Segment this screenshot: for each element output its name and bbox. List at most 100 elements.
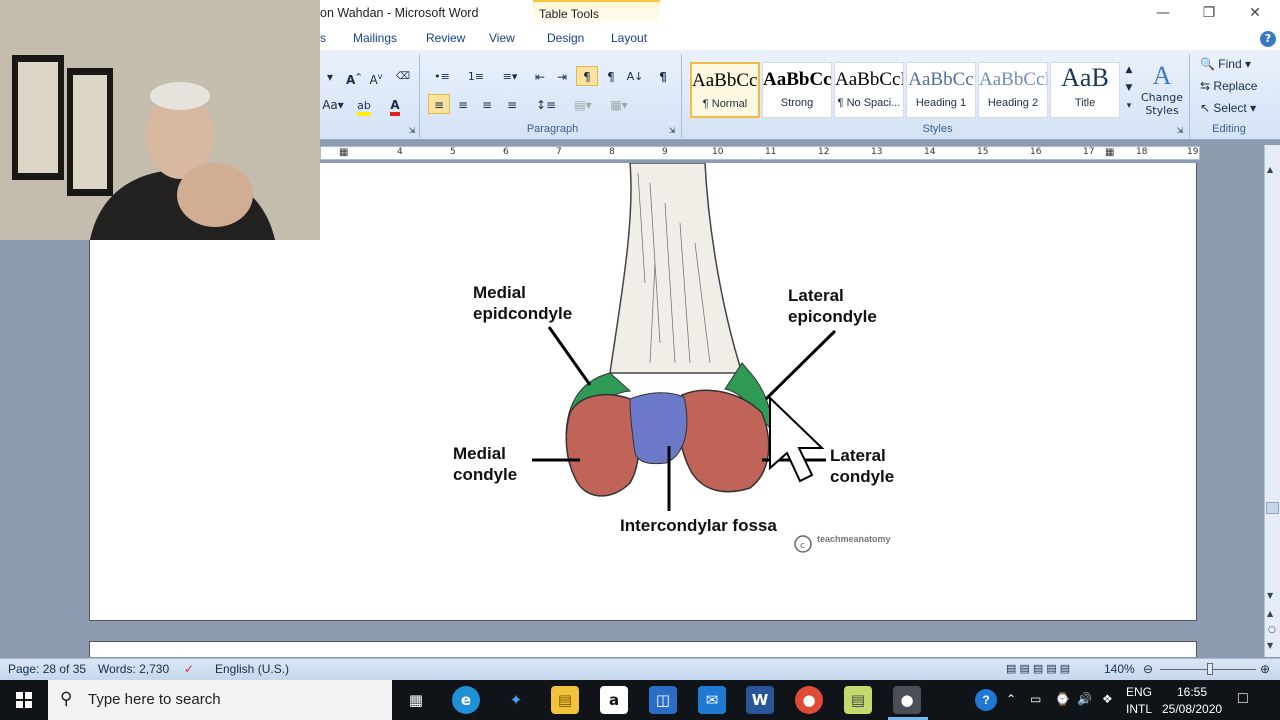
find-button[interactable]: 🔍 Find ▾ (1200, 57, 1251, 71)
clear-format-icon[interactable]: ⌫ (392, 66, 414, 86)
style-name: Heading 1 (915, 97, 967, 109)
notes-app-icon[interactable]: ▤ (844, 686, 872, 714)
highlight-icon[interactable]: ab (350, 94, 378, 116)
taskbar-search[interactable]: ⚲ Type here to search (48, 680, 392, 720)
decrease-indent-icon[interactable]: ⇤ (530, 66, 550, 86)
style-heading-2[interactable]: AaBbCcI Heading 2 (978, 62, 1048, 118)
vertical-scrollbar[interactable]: ▲ ▼ ▲ ○ ▼ (1264, 145, 1280, 657)
ruler-number: 14 (924, 147, 936, 157)
horizontal-ruler[interactable]: 4 5 6 7 8 9 10 11 12 13 14 15 16 17 18 1… (320, 146, 1200, 160)
style-strong[interactable]: AaBbCc Strong (762, 62, 832, 118)
style-title[interactable]: AaB Title (1050, 62, 1120, 118)
zoom-out-icon[interactable]: ⊖ (1143, 662, 1153, 676)
change-styles-button[interactable]: A Change Styles (1138, 60, 1186, 120)
leader-line (547, 326, 592, 386)
zoom-in-icon[interactable]: ⊕ (1260, 662, 1270, 676)
zoom-slider-thumb[interactable] (1207, 663, 1213, 675)
network-icon[interactable]: ⌚ (1055, 692, 1070, 706)
borders-icon[interactable]: ▦▾ (604, 94, 634, 114)
scroll-up-icon[interactable]: ▲ (1267, 165, 1273, 174)
tab-view[interactable]: View (489, 31, 515, 45)
increase-indent-icon[interactable]: ⇥ (552, 66, 572, 86)
tab-mailings[interactable]: Mailings (353, 31, 397, 45)
zoom-level[interactable]: 140% (1104, 662, 1135, 676)
line-spacing-icon[interactable]: ↕≡ (532, 94, 560, 114)
column-marker-icon[interactable]: ▦ (1105, 147, 1114, 158)
task-view-icon[interactable]: ▦ (402, 686, 430, 714)
search-placeholder: Type here to search (88, 691, 221, 708)
align-left-icon[interactable]: ≡ (428, 94, 450, 114)
battery-icon[interactable]: ▭ (1030, 692, 1041, 706)
intercondylar-fossa-shape (629, 392, 688, 465)
style-no-spacing[interactable]: AaBbCcI ¶ No Spaci... (834, 62, 904, 118)
language-bottom[interactable]: INTL (1126, 702, 1152, 716)
file-explorer-icon[interactable]: ▤ (551, 686, 579, 714)
view-buttons[interactable]: ▤ ▤ ▤ ▤ ▤ (1006, 662, 1070, 675)
language-top[interactable]: ENG (1126, 685, 1152, 699)
help-icon[interactable]: ? (1260, 31, 1276, 47)
next-page[interactable] (89, 641, 1197, 657)
style-normal[interactable]: AaBbCcI ¶ Normal (690, 62, 760, 118)
style-heading-1[interactable]: AaBbCc Heading 1 (906, 62, 976, 118)
close-button[interactable]: ✕ (1235, 3, 1275, 25)
align-right-icon[interactable]: ≡ (476, 94, 498, 114)
rtl-icon[interactable]: ¶ (600, 66, 622, 86)
multilevel-list-icon[interactable]: ≡▾ (496, 66, 524, 86)
clock-date[interactable]: 25/08/2020 (1162, 702, 1222, 716)
ruler-number: 10 (712, 147, 724, 157)
styles-dialog-launcher-icon[interactable]: ⇲ (1174, 120, 1186, 140)
paragraph-dialog-launcher-icon[interactable]: ⇲ (666, 120, 678, 140)
align-center-icon[interactable]: ≡ (452, 94, 474, 114)
show-hidden-icons-icon[interactable]: ⌃ (1006, 692, 1016, 706)
browse-object-icon[interactable]: ○ (1268, 625, 1276, 635)
bluetooth-app-icon[interactable]: ✦ (502, 686, 530, 714)
proofing-icon[interactable]: ✓ (184, 662, 194, 676)
replace-button[interactable]: ⇆ Replace (1200, 79, 1257, 93)
show-formatting-icon[interactable]: ¶ (652, 66, 674, 86)
dropbox-icon[interactable]: ❖ (1102, 692, 1113, 706)
notifications-icon[interactable]: □ (1238, 690, 1248, 708)
language-indicator[interactable]: English (U.S.) (215, 662, 289, 676)
next-page-icon[interactable]: ▼ (1267, 641, 1273, 650)
font-color-icon[interactable]: A (382, 94, 408, 116)
shrink-font-icon[interactable]: Av (366, 66, 386, 87)
styles-scroll-icon[interactable]: ▲ ▼ ▾ (1122, 60, 1136, 116)
minimize-button[interactable]: — (1143, 3, 1183, 25)
tab-review[interactable]: Review (426, 31, 465, 45)
amazon-icon[interactable]: a (600, 686, 628, 714)
scroll-down-icon[interactable]: ▼ (1267, 591, 1273, 600)
previous-page-icon[interactable]: ▲ (1267, 609, 1273, 618)
shading-icon[interactable]: ▤▾ (566, 94, 600, 114)
sort-icon[interactable]: A↓ (624, 66, 646, 86)
tab-design[interactable]: Design (547, 31, 584, 45)
clock-time[interactable]: 16:55 (1177, 685, 1207, 699)
numbering-icon[interactable]: 1≡ (462, 66, 490, 86)
select-button[interactable]: ↖ Select ▾ (1200, 101, 1256, 115)
mail-icon[interactable]: ✉ (698, 686, 726, 714)
word-count[interactable]: Words: 2,730 (98, 662, 169, 676)
font-dialog-launcher-icon[interactable]: ⇲ (406, 120, 418, 140)
recorder-app-icon[interactable]: ● (893, 686, 921, 714)
restore-button[interactable]: ❐ (1189, 3, 1229, 25)
font-size-dropdown-icon[interactable]: ▾ (320, 66, 340, 86)
tab-references[interactable]: s (320, 31, 326, 45)
help-tray-icon[interactable]: ? (975, 689, 997, 711)
bullets-icon[interactable]: •≡ (428, 66, 456, 86)
ltr-icon[interactable]: ¶ (576, 66, 598, 86)
chrome-icon[interactable]: ● (795, 686, 823, 714)
justify-icon[interactable]: ≡ (500, 94, 524, 114)
font-group: ▾ A^ Av ⌫ Aa▾ ab A ⇲ (320, 54, 420, 138)
page-indicator[interactable]: Page: 28 of 35 (8, 662, 86, 676)
ruler-number: 12 (818, 147, 830, 157)
grow-font-icon[interactable]: A^ (344, 66, 364, 87)
change-case-button[interactable]: Aa▾ (320, 94, 346, 114)
column-marker-icon[interactable]: ▦ (339, 147, 348, 158)
style-sample: AaBbCc (763, 69, 832, 90)
word-icon[interactable]: W (746, 686, 774, 714)
edge-icon[interactable]: e (452, 686, 480, 714)
store-icon[interactable]: ◫ (649, 686, 677, 714)
volume-icon[interactable]: 🔊 (1077, 692, 1092, 706)
start-button[interactable] (0, 680, 48, 720)
scroll-thumb[interactable] (1266, 502, 1279, 514)
tab-layout[interactable]: Layout (611, 31, 647, 45)
